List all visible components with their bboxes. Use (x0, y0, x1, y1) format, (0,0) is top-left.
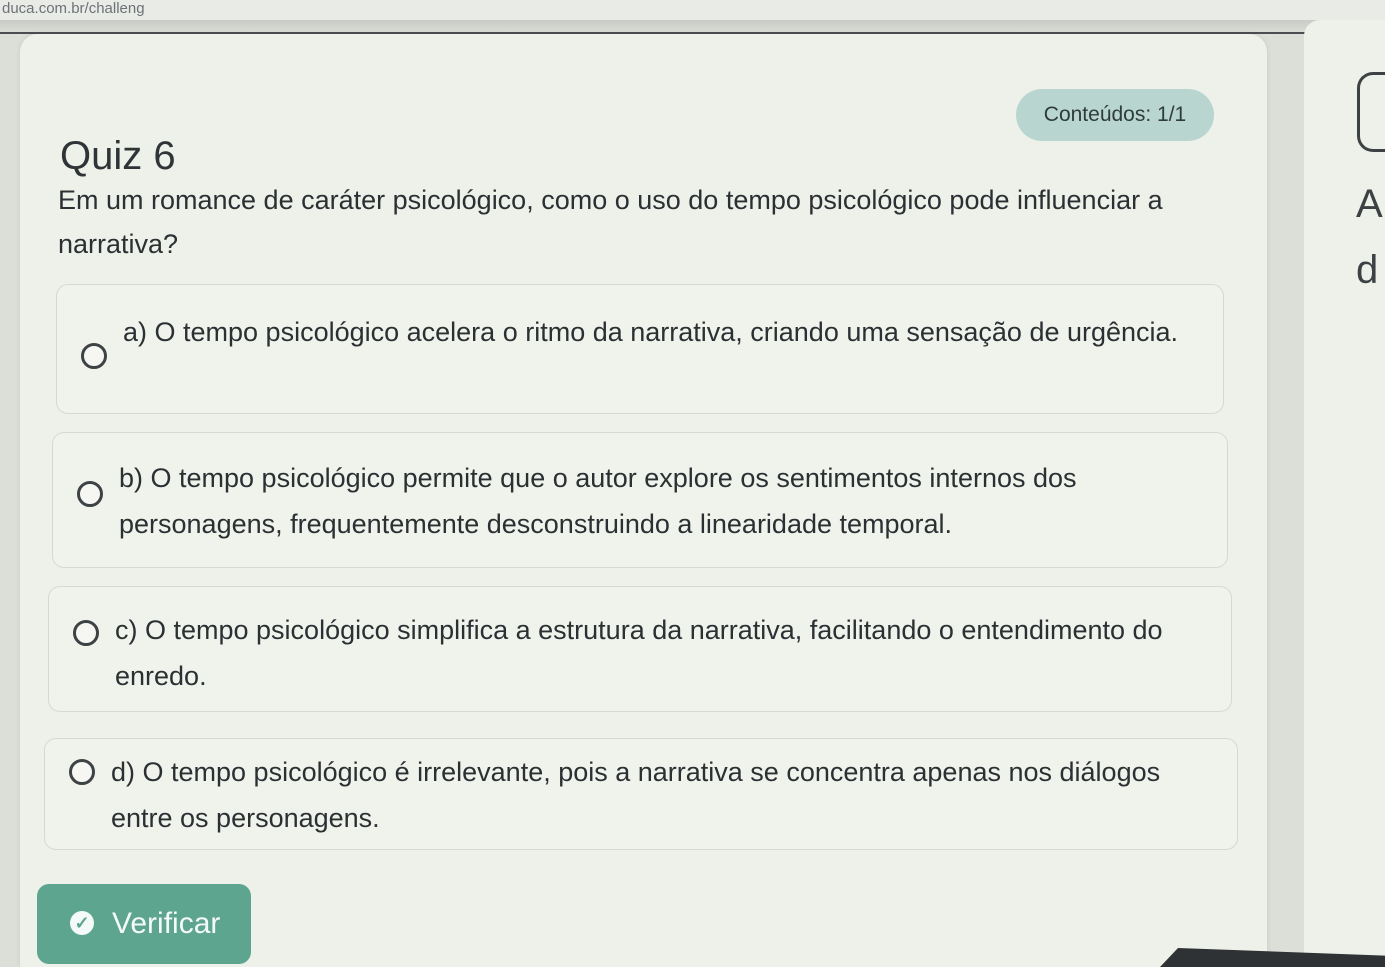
option-c-label: c) O tempo psicológico simplifica a estr… (115, 615, 1163, 691)
verify-button-label: Verificar (112, 907, 221, 940)
radio-circle-icon[interactable] (77, 481, 103, 507)
option-d-label: d) O tempo psicológico é irrelevante, po… (111, 757, 1161, 833)
option-b[interactable]: b) O tempo psicológico permite que o aut… (52, 432, 1228, 568)
page-title: Quiz 6 (60, 134, 176, 178)
verify-button[interactable]: ✓ Verificar (37, 884, 251, 964)
radio-circle-icon[interactable] (73, 620, 99, 646)
contents-badge: Conteúdos: 1/1 (1016, 89, 1214, 141)
side-panel (1304, 20, 1385, 967)
option-c[interactable]: c) O tempo psicológico simplifica a estr… (48, 586, 1232, 712)
side-panel-control[interactable] (1357, 72, 1385, 152)
question-text: Em um romance de caráter psicológico, co… (58, 185, 1163, 259)
check-circle-icon: ✓ (70, 911, 94, 935)
option-a[interactable]: a) O tempo psicológico acelera o ritmo d… (56, 284, 1224, 414)
option-d[interactable]: d) O tempo psicológico é irrelevante, po… (44, 738, 1238, 850)
radio-circle-icon[interactable] (69, 759, 95, 785)
browser-tab-strip (0, 20, 1385, 34)
option-b-label: b) O tempo psicológico permite que o aut… (119, 463, 1077, 539)
browser-url-bar[interactable]: duca.com.br/challeng (0, 0, 1385, 20)
radio-circle-icon[interactable] (81, 343, 107, 369)
option-a-label: a) O tempo psicológico acelera o ritmo d… (123, 317, 1179, 347)
side-panel-letter: d (1356, 248, 1379, 292)
side-panel-letter: A (1356, 182, 1383, 226)
